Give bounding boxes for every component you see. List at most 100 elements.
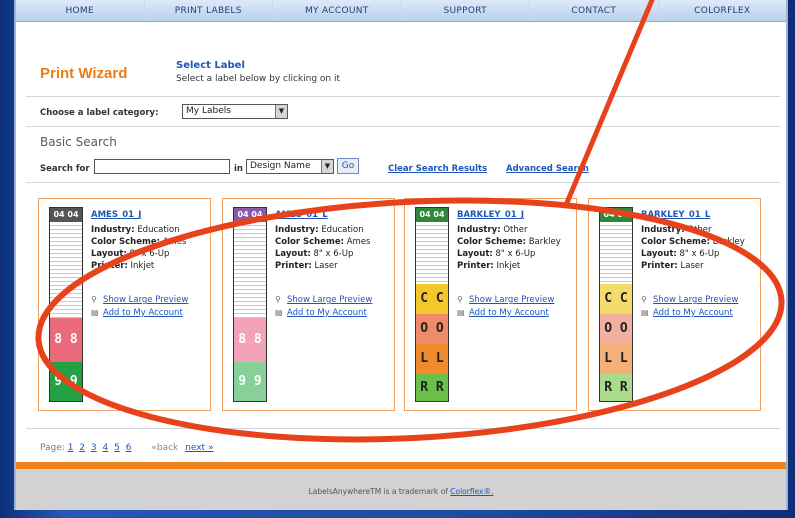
magnifier-icon: ⚲	[91, 295, 97, 304]
page-label: Page:	[40, 443, 65, 453]
nav-colorflex[interactable]: COLORFLEX	[659, 0, 787, 21]
magnifier-icon: ⚲	[641, 295, 647, 304]
label-thumbnail[interactable]: 04 04 8 8 9 9	[49, 207, 83, 402]
label-card[interactable]: 04 04 8 8 9 9 AMES_01_L Industry: Educat…	[222, 198, 395, 411]
card-industry: Industry: Education	[91, 225, 180, 235]
basic-search-heading: Basic Search	[40, 135, 117, 149]
industry-label: Industry:	[91, 225, 135, 235]
printer-value: Laser	[314, 261, 338, 271]
label-thumbnail[interactable]: 04 04 8 8 9 9	[233, 207, 267, 402]
label-thumbnail[interactable]: 04 04 C C O O L L R R	[599, 207, 633, 402]
divider	[26, 182, 780, 183]
add-to-my-account-link[interactable]: ▤ Add to My Account	[275, 308, 367, 318]
search-field-select[interactable]: Design Name ▼	[246, 159, 334, 174]
page-link[interactable]: 6	[126, 443, 132, 453]
in-label: in	[234, 164, 243, 174]
add-to-my-account-link[interactable]: ▤ Add to My Account	[457, 308, 549, 318]
page-link[interactable]: 1	[68, 443, 74, 453]
category-select-value: My Labels	[186, 106, 231, 116]
layout-value: 8" x 6-Up	[495, 249, 536, 259]
color-scheme-label: Color Scheme:	[91, 237, 160, 247]
back-link[interactable]: «back	[151, 443, 178, 453]
printer-value: Inkjet	[496, 261, 521, 271]
label-thumbnail[interactable]: 04 04 C C O O L L R R	[415, 207, 449, 402]
page: HOME PRINT LABELS MY ACCOUNT SUPPORT CON…	[14, 0, 788, 510]
magnifier-icon: ⚲	[457, 295, 463, 304]
industry-value: Other	[503, 225, 528, 235]
nav-home[interactable]: HOME	[16, 0, 145, 21]
show-large-preview-link[interactable]: ⚲ Show Large Preview	[641, 295, 738, 305]
label-card[interactable]: 04 04 8 8 9 9 AMES_01_J Industry: Educat…	[38, 198, 211, 411]
card-color-scheme: Color Scheme: Barkley	[457, 237, 561, 247]
card-color-scheme: Color Scheme: Ames	[91, 237, 186, 247]
printer-label: Printer:	[457, 261, 494, 271]
thumb-lines	[234, 222, 266, 318]
card-printer: Printer: Inkjet	[91, 261, 154, 271]
category-select[interactable]: My Labels ▼	[182, 104, 288, 119]
industry-value: Education	[137, 225, 180, 235]
next-link[interactable]: next »	[185, 443, 213, 453]
step-description: Select a label below by clicking on it	[176, 74, 340, 84]
search-field-value: Design Name	[250, 161, 311, 171]
printer-label: Printer:	[641, 261, 678, 271]
add-label: Add to My Account	[469, 308, 549, 318]
color-scheme-label: Color Scheme:	[275, 237, 344, 247]
trademark-text: LabelsAnywhereTM is a trademark of	[308, 487, 448, 496]
printer-value: Laser	[680, 261, 704, 271]
layout-value: 8" x 6-Up	[313, 249, 354, 259]
thumb-block: 9 9	[50, 362, 82, 401]
pagination: Page: 1 2 3 4 5 6 «back next »	[40, 443, 213, 453]
layout-value: 8" x 6-Up	[129, 249, 170, 259]
nav-contact[interactable]: CONTACT	[530, 0, 659, 21]
thumb-block: 8 8	[50, 318, 82, 362]
add-to-my-account-link[interactable]: ▤ Add to My Account	[641, 308, 733, 318]
thumb-header: 04 04	[50, 208, 82, 222]
industry-label: Industry:	[457, 225, 501, 235]
card-layout: Layout: 8" x 6-Up	[457, 249, 535, 259]
show-large-preview-link[interactable]: ⚲ Show Large Preview	[457, 295, 554, 305]
thumb-block: R R	[416, 374, 448, 401]
color-scheme-label: Color Scheme:	[457, 237, 526, 247]
category-label: Choose a label category:	[40, 108, 159, 118]
industry-label: Industry:	[641, 225, 685, 235]
label-card[interactable]: 04 04 C C O O L L R R BARKLEY_01_J Indus…	[404, 198, 577, 411]
card-title[interactable]: BARKLEY_01_J	[457, 210, 524, 220]
industry-value: Education	[321, 225, 364, 235]
preview-label: Show Large Preview	[103, 295, 189, 305]
card-color-scheme: Color Scheme: Barkley	[641, 237, 745, 247]
advanced-search-link[interactable]: Advanced Search	[506, 164, 589, 174]
thumb-lines	[416, 222, 448, 284]
nav-my-account[interactable]: MY ACCOUNT	[273, 0, 402, 21]
folder-icon: ▤	[457, 308, 465, 317]
label-card[interactable]: 04 04 C C O O L L R R BARKLEY_01_L Indus…	[588, 198, 761, 411]
clear-search-results-link[interactable]: Clear Search Results	[388, 164, 487, 174]
chevron-down-icon[interactable]: ▼	[275, 105, 287, 118]
colorflex-link[interactable]: Colorflex®.	[450, 487, 493, 496]
page-link[interactable]: 3	[91, 443, 97, 453]
footer-accent-bar	[16, 462, 786, 469]
show-large-preview-link[interactable]: ⚲ Show Large Preview	[275, 295, 372, 305]
search-input[interactable]	[94, 159, 230, 174]
page-link[interactable]: 4	[103, 443, 109, 453]
go-button[interactable]: Go	[337, 158, 359, 174]
card-color-scheme: Color Scheme: Ames	[275, 237, 370, 247]
add-label: Add to My Account	[103, 308, 183, 318]
chevron-down-icon[interactable]: ▼	[321, 160, 333, 173]
card-title[interactable]: AMES_01_L	[275, 210, 328, 220]
industry-label: Industry:	[275, 225, 319, 235]
page-link[interactable]: 5	[114, 443, 120, 453]
add-to-my-account-link[interactable]: ▤ Add to My Account	[91, 308, 183, 318]
card-title[interactable]: AMES_01_J	[91, 210, 141, 220]
nav-support[interactable]: SUPPORT	[402, 0, 530, 21]
page-link[interactable]: 2	[79, 443, 85, 453]
nav-print-labels[interactable]: PRINT LABELS	[145, 0, 273, 21]
preview-label: Show Large Preview	[469, 295, 555, 305]
color-scheme-value: Barkley	[528, 237, 561, 247]
show-large-preview-link[interactable]: ⚲ Show Large Preview	[91, 295, 188, 305]
card-title[interactable]: BARKLEY_01_L	[641, 210, 710, 220]
thumb-block: L L	[600, 344, 632, 374]
layout-label: Layout:	[91, 249, 127, 259]
folder-icon: ▤	[275, 308, 283, 317]
divider	[26, 428, 780, 429]
footer-text: LabelsAnywhereTM is a trademark of Color…	[16, 487, 786, 496]
